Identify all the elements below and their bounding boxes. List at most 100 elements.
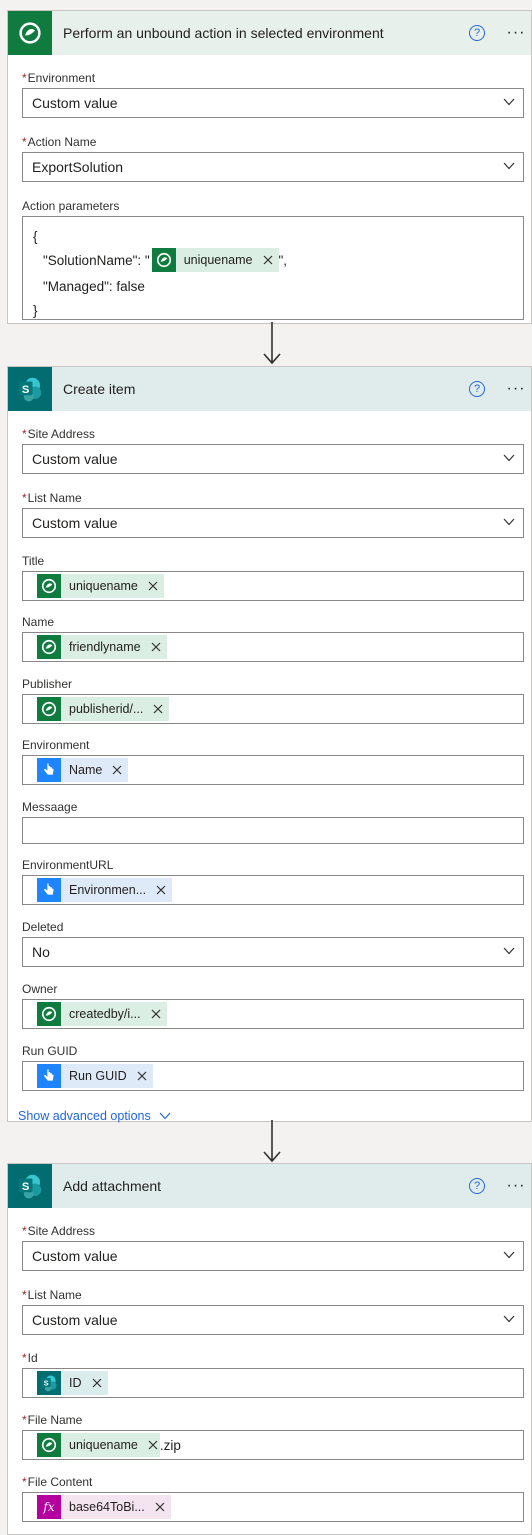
- id-input[interactable]: ID: [22, 1368, 524, 1398]
- id-label: *Id: [22, 1351, 38, 1365]
- dynamic-token[interactable]: uniquename: [151, 248, 279, 272]
- dataverse-icon: [37, 697, 61, 721]
- dynamic-token[interactable]: Environmen...: [37, 878, 173, 902]
- close-icon[interactable]: [148, 581, 158, 591]
- chevron-down-icon[interactable]: [503, 1315, 515, 1323]
- close-icon[interactable]: [156, 885, 166, 895]
- manual-trigger-icon: [37, 758, 61, 782]
- token-label: uniquename: [69, 579, 138, 593]
- dynamic-token[interactable]: Name: [37, 758, 129, 782]
- deleted-dropdown[interactable]: No: [22, 937, 524, 967]
- json-text: ",: [278, 252, 288, 268]
- help-icon[interactable]: ?: [469, 381, 485, 397]
- token-label: publisherid/...: [69, 702, 144, 716]
- environment-input[interactable]: Name: [22, 755, 524, 785]
- dynamic-token[interactable]: fx base64ToBi...: [37, 1495, 171, 1519]
- close-icon[interactable]: [155, 1502, 165, 1512]
- publisher-label: Publisher: [22, 677, 73, 691]
- site-address-dropdown[interactable]: Custom value: [22, 444, 524, 474]
- dynamic-token[interactable]: ID: [37, 1371, 108, 1395]
- chevron-down-icon: [159, 1112, 171, 1120]
- list-name-value: Custom value: [32, 1312, 118, 1328]
- token-label: base64ToBi...: [69, 1500, 145, 1514]
- name-input[interactable]: friendlyname: [22, 632, 524, 662]
- action-card-create-item: Create item ? ··· *Site Address Custom v…: [7, 366, 532, 1123]
- card-title[interactable]: Create item: [63, 381, 469, 397]
- json-line: }: [33, 302, 38, 318]
- close-icon[interactable]: [263, 255, 273, 265]
- arrow-down-icon: [261, 322, 283, 366]
- chevron-down-icon[interactable]: [503, 518, 515, 526]
- run-guid-input[interactable]: Run GUID: [22, 1061, 524, 1091]
- dataverse-icon: [37, 1433, 61, 1457]
- owner-label: Owner: [22, 982, 58, 996]
- action-parameters-label: Action parameters: [22, 199, 120, 213]
- chevron-down-icon[interactable]: [503, 947, 515, 955]
- dataverse-icon: [37, 1002, 61, 1026]
- list-name-dropdown[interactable]: Custom value: [22, 1305, 524, 1335]
- message-input[interactable]: [22, 817, 524, 844]
- message-label: Messaage: [22, 800, 78, 814]
- chevron-down-icon[interactable]: [503, 454, 515, 462]
- environment-url-input[interactable]: Environmen...: [22, 875, 524, 905]
- dataverse-icon: [37, 574, 61, 598]
- action-parameters-editor[interactable]: { "SolutionName": " uniquename ", "Manag…: [22, 216, 524, 320]
- token-label: uniquename: [69, 1438, 138, 1452]
- owner-input[interactable]: createdby/i...: [22, 999, 524, 1029]
- card-header[interactable]: Add attachment ? ···: [8, 1164, 531, 1208]
- close-icon[interactable]: [148, 1440, 158, 1450]
- json-line: "Managed": false: [43, 278, 145, 294]
- close-icon[interactable]: [151, 1009, 161, 1019]
- token-label: Name: [69, 763, 103, 777]
- close-icon[interactable]: [153, 704, 163, 714]
- chevron-down-icon[interactable]: [503, 162, 515, 170]
- close-icon[interactable]: [112, 765, 122, 775]
- dynamic-token[interactable]: Run GUID: [37, 1064, 153, 1088]
- chevron-down-icon[interactable]: [503, 98, 515, 106]
- list-name-label: *List Name: [22, 1288, 82, 1302]
- json-text: "SolutionName": ": [43, 252, 150, 268]
- dynamic-token[interactable]: createdby/i...: [37, 1002, 167, 1026]
- sharepoint-icon: [8, 1164, 52, 1208]
- publisher-input[interactable]: publisherid/...: [22, 694, 524, 724]
- advanced-label: Show advanced options: [18, 1109, 151, 1123]
- arrow-down-icon: [261, 1120, 283, 1164]
- site-address-value: Custom value: [32, 451, 118, 467]
- file-name-input[interactable]: uniquename .zip: [22, 1430, 524, 1460]
- close-icon[interactable]: [151, 642, 161, 652]
- file-content-input[interactable]: fx base64ToBi...: [22, 1492, 524, 1522]
- help-icon[interactable]: ?: [469, 1178, 485, 1194]
- action-card-add-attachment: Add attachment ? ··· *Site Address Custo…: [7, 1163, 532, 1535]
- title-input[interactable]: uniquename: [22, 571, 524, 601]
- card-title[interactable]: Perform an unbound action in selected en…: [63, 25, 469, 41]
- card-title[interactable]: Add attachment: [63, 1178, 469, 1194]
- file-content-label: *File Content: [22, 1475, 93, 1489]
- dynamic-token[interactable]: publisherid/...: [37, 697, 170, 721]
- environment-label: Environment: [22, 738, 90, 752]
- dynamic-token[interactable]: uniquename: [37, 1433, 160, 1457]
- environment-dropdown[interactable]: Custom value: [22, 88, 524, 118]
- file-name-suffix: .zip: [159, 1437, 181, 1453]
- dynamic-token[interactable]: friendlyname: [37, 635, 167, 659]
- chevron-down-icon[interactable]: [503, 1251, 515, 1259]
- sharepoint-icon: [37, 1371, 61, 1395]
- more-icon[interactable]: ···: [505, 380, 527, 398]
- site-address-dropdown[interactable]: Custom value: [22, 1241, 524, 1271]
- action-name-dropdown[interactable]: ExportSolution: [22, 152, 524, 182]
- more-icon[interactable]: ···: [505, 24, 527, 42]
- json-line: "SolutionName": " uniquename ",: [33, 247, 523, 273]
- list-name-value: Custom value: [32, 515, 118, 531]
- manual-trigger-icon: [37, 878, 61, 902]
- token-label: friendlyname: [69, 640, 141, 654]
- token-label: ID: [69, 1376, 82, 1390]
- close-icon[interactable]: [92, 1378, 102, 1388]
- action-name-label: *Action Name: [22, 135, 97, 149]
- more-icon[interactable]: ···: [505, 1177, 527, 1195]
- card-header[interactable]: Create item ? ···: [8, 367, 531, 411]
- card-header[interactable]: Perform an unbound action in selected en…: [8, 11, 531, 55]
- dynamic-token[interactable]: uniquename: [37, 574, 164, 598]
- close-icon[interactable]: [137, 1071, 147, 1081]
- environment-value: Custom value: [32, 95, 118, 111]
- list-name-dropdown[interactable]: Custom value: [22, 508, 524, 538]
- help-icon[interactable]: ?: [469, 25, 485, 41]
